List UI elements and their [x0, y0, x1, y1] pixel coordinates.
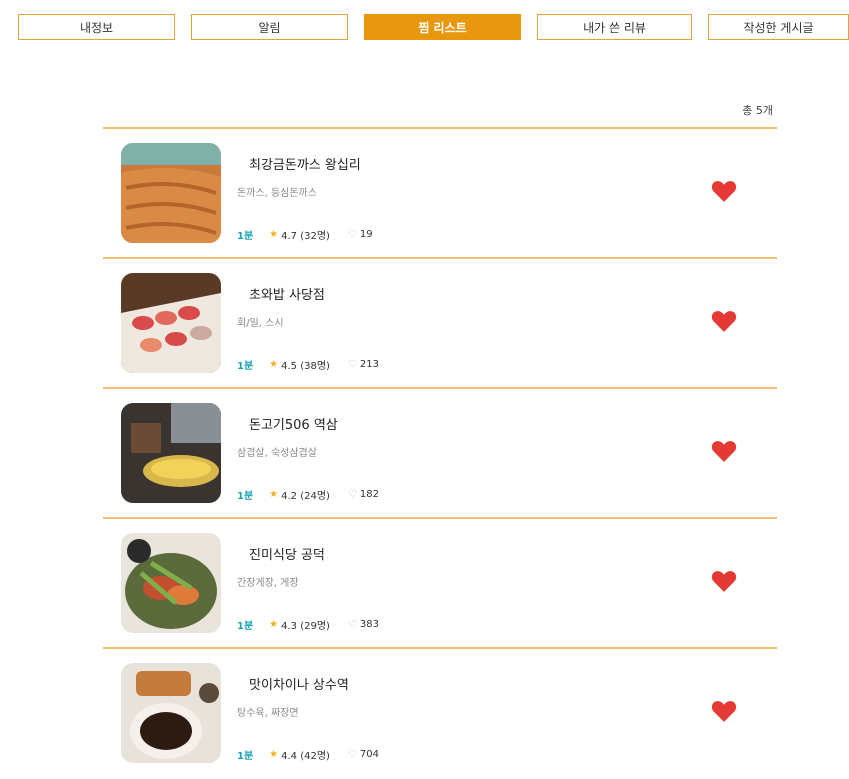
restaurant-category: 삼겹살, 숙성삼겹살: [237, 448, 317, 459]
restaurant-meta: 1분 ★ 4.2 (24명) ♡ 182: [237, 487, 379, 502]
like-count: 213: [359, 359, 380, 370]
restaurant-name[interactable]: 초와밥 사당점: [249, 284, 325, 303]
like-count-icon: ♡: [347, 359, 357, 370]
rating: 4.5 (38명): [281, 361, 330, 372]
star-icon: ★: [269, 229, 279, 240]
restaurant-photo[interactable]: [121, 403, 221, 503]
restaurant-name[interactable]: 진미식당 공덕: [249, 544, 325, 563]
list-item[interactable]: 초와밥 사당점 회/일, 스시 1분 ★ 4.5 (38명) ♡ 213: [103, 259, 777, 389]
like-count: 182: [359, 489, 380, 500]
like-count-icon: ♡: [347, 229, 357, 240]
restaurant-category: 간장게장, 게장: [237, 578, 299, 589]
favorite-heart-icon[interactable]: [711, 179, 737, 203]
restaurant-meta: 1분 ★ 4.3 (29명) ♡ 383: [237, 617, 379, 632]
star-icon: ★: [269, 749, 279, 760]
restaurant-category: 탕수육, 짜장면: [237, 708, 299, 719]
like-count-icon: ♡: [347, 489, 357, 500]
like-count: 19: [359, 229, 373, 240]
favorite-heart-icon[interactable]: [711, 699, 737, 723]
tab-my-posts[interactable]: 작성한 게시글: [708, 14, 849, 40]
restaurant-meta: 1분 ★ 4.4 (42명) ♡ 704: [237, 747, 379, 762]
like-count: 383: [359, 619, 380, 630]
wishlist: 최강금돈까스 왕십리 돈까스, 등심돈까스 1분 ★ 4.7 (32명) ♡ 1…: [103, 129, 777, 779]
rating: 4.4 (42명): [281, 751, 330, 762]
rating: 4.2 (24명): [281, 491, 330, 502]
star-icon: ★: [269, 619, 279, 630]
restaurant-name[interactable]: 최강금돈까스 왕십리: [249, 154, 361, 173]
like-count-icon: ♡: [347, 749, 357, 760]
list-item[interactable]: 돈고기506 역삼 삼겹살, 숙성삼겹살 1분 ★ 4.2 (24명) ♡ 18…: [103, 389, 777, 519]
like-count: 704: [359, 749, 380, 760]
list-item[interactable]: 진미식당 공덕 간장게장, 게장 1분 ★ 4.3 (29명) ♡ 383: [103, 519, 777, 649]
restaurant-meta: 1분 ★ 4.7 (32명) ♡ 19: [237, 227, 373, 242]
restaurant-photo[interactable]: [121, 533, 221, 633]
tab-notifications[interactable]: 알림: [191, 14, 348, 40]
like-count-icon: ♡: [347, 619, 357, 630]
list-item[interactable]: 맛이차이나 상수역 탕수육, 짜장면 1분 ★ 4.4 (42명) ♡ 704: [103, 649, 777, 779]
star-icon: ★: [269, 489, 279, 500]
favorite-heart-icon[interactable]: [711, 569, 737, 593]
restaurant-category: 회/일, 스시: [237, 318, 284, 329]
distance: 1분: [237, 361, 254, 372]
total-count: 총 5개: [742, 104, 773, 117]
distance: 1분: [237, 231, 254, 242]
favorite-heart-icon[interactable]: [711, 309, 737, 333]
star-icon: ★: [269, 359, 279, 370]
restaurant-photo[interactable]: [121, 143, 221, 243]
tab-wishlist[interactable]: 찜 리스트: [364, 14, 521, 40]
restaurant-category: 돈까스, 등심돈까스: [237, 188, 317, 199]
restaurant-photo[interactable]: [121, 663, 221, 763]
favorite-heart-icon[interactable]: [711, 439, 737, 463]
rating: 4.7 (32명): [281, 231, 330, 242]
restaurant-name[interactable]: 돈고기506 역삼: [249, 414, 338, 433]
list-item[interactable]: 최강금돈까스 왕십리 돈까스, 등심돈까스 1분 ★ 4.7 (32명) ♡ 1…: [103, 129, 777, 259]
tab-my-info[interactable]: 내정보: [18, 14, 175, 40]
distance: 1분: [237, 621, 254, 632]
tab-bar: 내정보 알림 찜 리스트 내가 쓴 리뷰 작성한 게시글: [18, 14, 849, 42]
restaurant-meta: 1분 ★ 4.5 (38명) ♡ 213: [237, 357, 379, 372]
rating: 4.3 (29명): [281, 621, 330, 632]
distance: 1분: [237, 491, 254, 502]
tab-my-reviews[interactable]: 내가 쓴 리뷰: [537, 14, 692, 40]
restaurant-photo[interactable]: [121, 273, 221, 373]
restaurant-name[interactable]: 맛이차이나 상수역: [249, 674, 349, 693]
distance: 1분: [237, 751, 254, 762]
